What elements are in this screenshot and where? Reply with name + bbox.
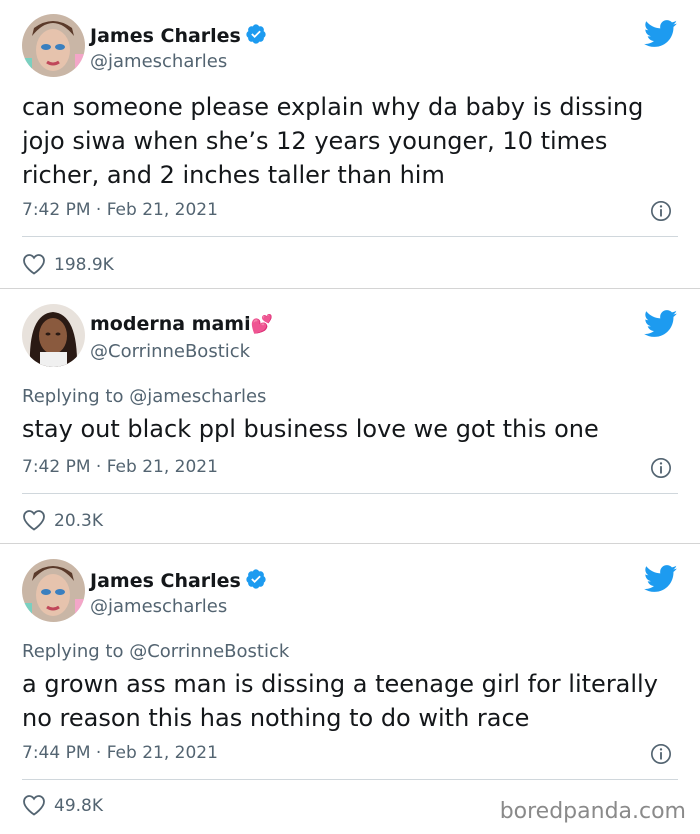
heart-icon[interactable] bbox=[22, 794, 46, 816]
verified-badge-icon bbox=[246, 569, 266, 589]
card-separator bbox=[0, 543, 700, 544]
like-count[interactable]: 198.9K bbox=[22, 253, 114, 275]
replying-to-handle[interactable]: @jamescharles bbox=[129, 386, 266, 407]
replying-to-label: Replying to bbox=[22, 386, 124, 407]
tweet-card[interactable]: James Charles @jamescharles Replying to … bbox=[0, 545, 700, 834]
replying-to: Replying to @jamescharles bbox=[22, 386, 266, 407]
twitter-bird-icon[interactable] bbox=[644, 20, 678, 48]
display-name-text: James Charles bbox=[90, 570, 241, 592]
like-count[interactable]: 20.3K bbox=[22, 509, 103, 531]
tweet-card[interactable]: moderna mami💕 @CorrinneBostick Replying … bbox=[0, 290, 700, 542]
display-name[interactable]: James Charles bbox=[90, 23, 267, 47]
divider bbox=[22, 779, 678, 780]
handle[interactable]: @jamescharles bbox=[90, 51, 227, 72]
info-icon[interactable] bbox=[650, 743, 672, 765]
display-name[interactable]: James Charles bbox=[90, 568, 267, 592]
timestamp[interactable]: 7:42 PM · Feb 21, 2021 bbox=[22, 457, 218, 477]
avatar[interactable] bbox=[22, 559, 85, 622]
heart-icon[interactable] bbox=[22, 253, 46, 275]
handle[interactable]: @jamescharles bbox=[90, 596, 227, 617]
timestamp[interactable]: 7:44 PM · Feb 21, 2021 bbox=[22, 743, 218, 763]
tweet-text: can someone please explain why da baby i… bbox=[22, 93, 644, 189]
handle[interactable]: @CorrinneBostick bbox=[90, 341, 250, 362]
info-icon[interactable] bbox=[650, 457, 672, 479]
avatar[interactable] bbox=[22, 304, 85, 367]
divider bbox=[22, 493, 678, 494]
avatar[interactable] bbox=[22, 14, 85, 77]
replying-to: Replying to @CorrinneBostick bbox=[22, 641, 289, 662]
tweet-text: stay out black ppl business love we got … bbox=[22, 415, 599, 443]
replying-to-handle[interactable]: @CorrinneBostick bbox=[129, 641, 289, 662]
heart-icon[interactable] bbox=[22, 509, 46, 531]
replying-to-label: Replying to bbox=[22, 641, 124, 662]
timestamp[interactable]: 7:42 PM · Feb 21, 2021 bbox=[22, 200, 218, 220]
like-count-text: 49.8K bbox=[54, 796, 103, 816]
twitter-bird-icon[interactable] bbox=[644, 565, 678, 593]
like-count[interactable]: 49.8K bbox=[22, 794, 103, 816]
card-separator bbox=[0, 288, 700, 289]
watermark: boredpanda.com bbox=[499, 799, 686, 824]
display-name-text: moderna mami bbox=[90, 313, 251, 335]
divider bbox=[22, 236, 678, 237]
two-hearts-emoji: 💕 bbox=[250, 314, 274, 335]
like-count-text: 198.9K bbox=[54, 255, 114, 275]
tweet-text: a grown ass man is dissing a teenage gir… bbox=[22, 670, 658, 732]
display-name-text: James Charles bbox=[90, 25, 241, 47]
display-name[interactable]: moderna mami💕 bbox=[90, 313, 273, 335]
twitter-bird-icon[interactable] bbox=[644, 310, 678, 338]
info-icon[interactable] bbox=[650, 200, 672, 222]
like-count-text: 20.3K bbox=[54, 511, 103, 531]
verified-badge-icon bbox=[246, 24, 266, 44]
tweet-card[interactable]: James Charles @jamescharles can someone … bbox=[0, 0, 700, 288]
